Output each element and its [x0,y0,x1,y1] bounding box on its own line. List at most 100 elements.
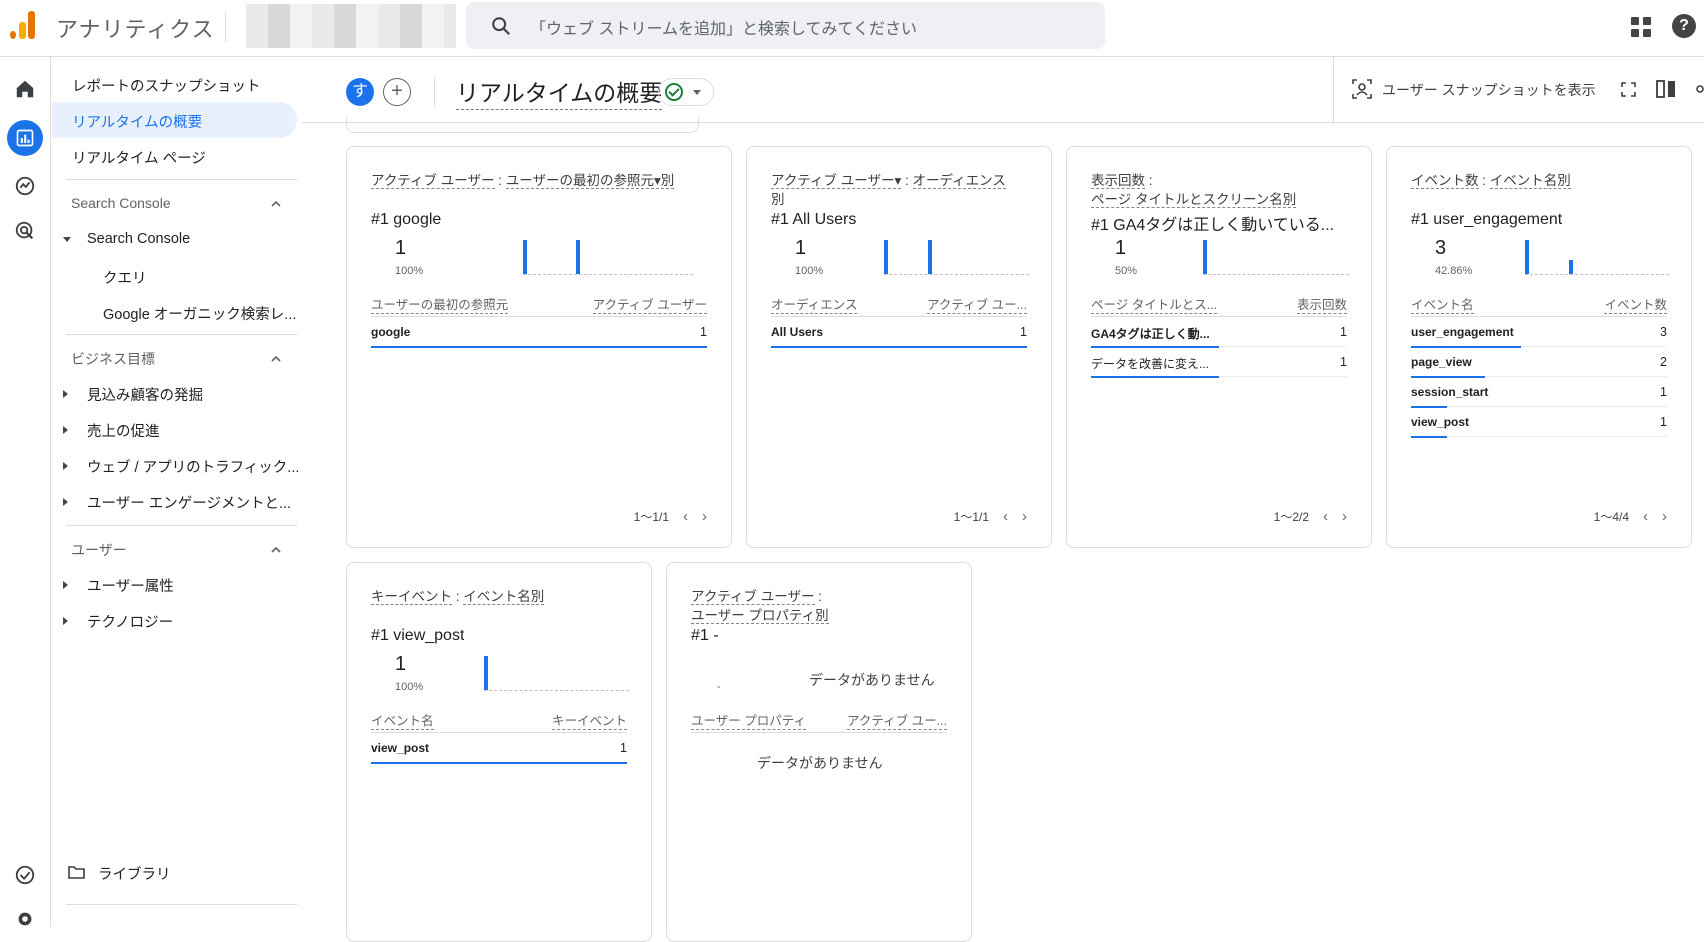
advertising-icon[interactable] [11,217,39,245]
sidebar-item-realtime-pages[interactable]: リアルタイム ページ [72,147,206,168]
pagination: 1〜4/4 ‹ › [1593,508,1667,525]
table-row[interactable]: session_start 1 [1411,377,1667,408]
card-title: イベント数 : イベント名別 [1411,173,1571,189]
table-row[interactable]: view_post 1 [371,733,627,764]
sidebar-item-query[interactable]: クエリ [103,267,147,288]
no-data-message: データがありません [809,672,935,688]
caret-right-icon[interactable] [63,617,68,625]
status-dropdown[interactable] [658,78,714,106]
card-table: ページ タイトルとス... 表示回数 GA4タグは正しく動... 1 データを改善に… [1091,291,1347,378]
section-search-console[interactable]: Search Console [71,195,171,211]
chevron-left-icon[interactable]: ‹ [1323,508,1328,525]
chevron-left-icon[interactable]: ‹ [1643,508,1648,525]
card-table: ユーザーの最初の参照元 アクティブ ユーザー google 1 [371,291,707,348]
sidebar-item-engagement[interactable]: ユーザー エンゲージメントと... [87,492,291,513]
section-business-goals[interactable]: ビジネス目標 [71,349,155,369]
chevron-up-icon[interactable] [270,544,282,556]
comparison-chip[interactable]: す [346,78,374,106]
chevron-up-icon[interactable] [270,353,282,365]
section-user[interactable]: ユーザー [71,540,127,560]
pagination: 1〜2/2 ‹ › [1273,508,1347,525]
chevron-left-icon[interactable]: ‹ [1003,508,1008,525]
card-title: キーイベント : イベント名別 [371,589,545,605]
card-title: 表示回数 : ページ タイトルとスクリーン名別 [1091,173,1297,208]
table-row[interactable]: GA4タグは正しく動... 1 [1091,317,1347,348]
caret-right-icon[interactable] [63,462,68,470]
card-value: 3 [1435,237,1447,259]
table-row[interactable]: データを改善に変え... 1 [1091,347,1347,378]
share-icon[interactable] [1696,84,1704,94]
sidebar-item-organic-search[interactable]: Google オーガニック検索レ... [103,303,296,324]
card-title: アクティブ ユーザー : ユーザーの最初の参照元▾別 [371,173,675,189]
table-row[interactable]: google 1 [371,317,707,348]
apps-grid-icon[interactable] [1631,17,1651,37]
divider [66,179,297,180]
divider [66,904,297,905]
sidebar-item-demographics[interactable]: ユーザー属性 [87,575,174,596]
caret-right-icon[interactable] [63,426,68,434]
table-header: ユーザーの最初の参照元 アクティブ ユーザー [371,291,707,317]
caret-right-icon[interactable] [63,581,68,589]
admin-check-icon[interactable] [11,861,39,889]
add-comparison-button[interactable]: + [383,78,411,106]
compare-columns-icon[interactable] [1656,80,1676,98]
sidebar-item-technology[interactable]: テクノロジー [87,611,173,632]
card-value: 1 [395,653,407,675]
card-value: 1 [1115,237,1127,259]
home-icon[interactable] [11,75,39,103]
sidebar-item-sales[interactable]: 売上の促進 [87,420,160,441]
folder-icon [68,866,85,879]
sidebar-item-traffic[interactable]: ウェブ / アプリのトラフィック... [87,456,299,477]
pagination: 1〜1/1 ‹ › [953,508,1027,525]
help-icon[interactable]: ? [1672,14,1696,38]
chevron-left-icon[interactable]: ‹ [683,508,688,525]
table-row[interactable]: All Users 1 [771,317,1027,348]
card-top-item: #1 user_engagement [1411,211,1563,228]
card-active-users-property: アクティブ ユーザー : ユーザー プロパティ別 #1 - - データがありません… [666,562,972,942]
account-selector[interactable] [246,4,456,48]
caret-down-icon[interactable] [63,237,71,242]
fullscreen-icon[interactable] [1621,82,1636,97]
user-snapshot-icon[interactable] [1352,79,1372,99]
header-actions: ユーザー スナップショットを表示 [1333,57,1704,123]
sidebar-item-lead-gen[interactable]: 見込み顧客の発掘 [87,384,203,405]
pagination: 1〜1/1 ‹ › [633,508,707,525]
table-row[interactable]: user_engagement 3 [1411,317,1667,348]
sidebar-item-report-snapshot[interactable]: レポートのスナップショット [72,75,261,96]
caret-right-icon[interactable] [63,498,68,506]
table-header: オーディエンス アクティブ ユー... [771,291,1027,317]
analytics-logo-icon[interactable] [10,11,36,39]
sidebar-item-realtime-overview[interactable]: リアルタイムの概要 [72,111,202,132]
table-row[interactable]: view_post 1 [1411,407,1667,438]
card-top-item: #1 google [371,211,442,228]
chevron-up-icon[interactable] [270,198,282,210]
sidebar-item-library[interactable]: ライブラリ [98,863,171,884]
user-snapshot-button[interactable]: ユーザー スナップショットを表示 [1382,80,1596,100]
gear-icon[interactable] [11,905,39,933]
card-top-item: #1 - [691,627,719,644]
card-event-count: イベント数 : イベント名別 #1 user_engagement 3 42.8… [1386,146,1692,548]
card-active-users-audience: アクティブ ユーザー▾ : オーディエンス別 #1 All Users 1 10… [746,146,1052,548]
caret-right-icon[interactable] [63,390,68,398]
search-bar[interactable]: 「ウェブ ストリームを追加」と検索してみてください [466,2,1105,49]
sparkline [523,239,693,275]
card-top-item: #1 view_post [371,627,465,644]
explore-icon[interactable] [11,172,39,200]
card-key-events: キーイベント : イベント名別 #1 view_post 1 100% イベント… [346,562,652,942]
search-input[interactable]: 「ウェブ ストリームを追加」と検索してみてください [530,15,917,39]
sidebar-group-search-console[interactable]: Search Console [87,231,190,247]
card-percent: 50% [1115,265,1138,277]
check-circle-icon [665,83,683,101]
card-title: アクティブ ユーザー : ユーザー プロパティ別 [691,589,829,624]
header-divider [302,122,1704,123]
chevron-right-icon[interactable]: › [702,508,707,525]
search-icon [492,17,511,36]
card-value: 1 [795,237,807,259]
table-row[interactable]: page_view 2 [1411,347,1667,378]
card-table: オーディエンス アクティブ ユー... All Users 1 [771,291,1027,348]
chevron-right-icon[interactable]: › [1342,508,1347,525]
reports-icon[interactable] [7,120,43,156]
chevron-right-icon[interactable]: › [1662,508,1667,525]
chevron-right-icon[interactable]: › [1022,508,1027,525]
card-table: ユーザー プロパティ アクティブ ユー... [691,707,947,733]
